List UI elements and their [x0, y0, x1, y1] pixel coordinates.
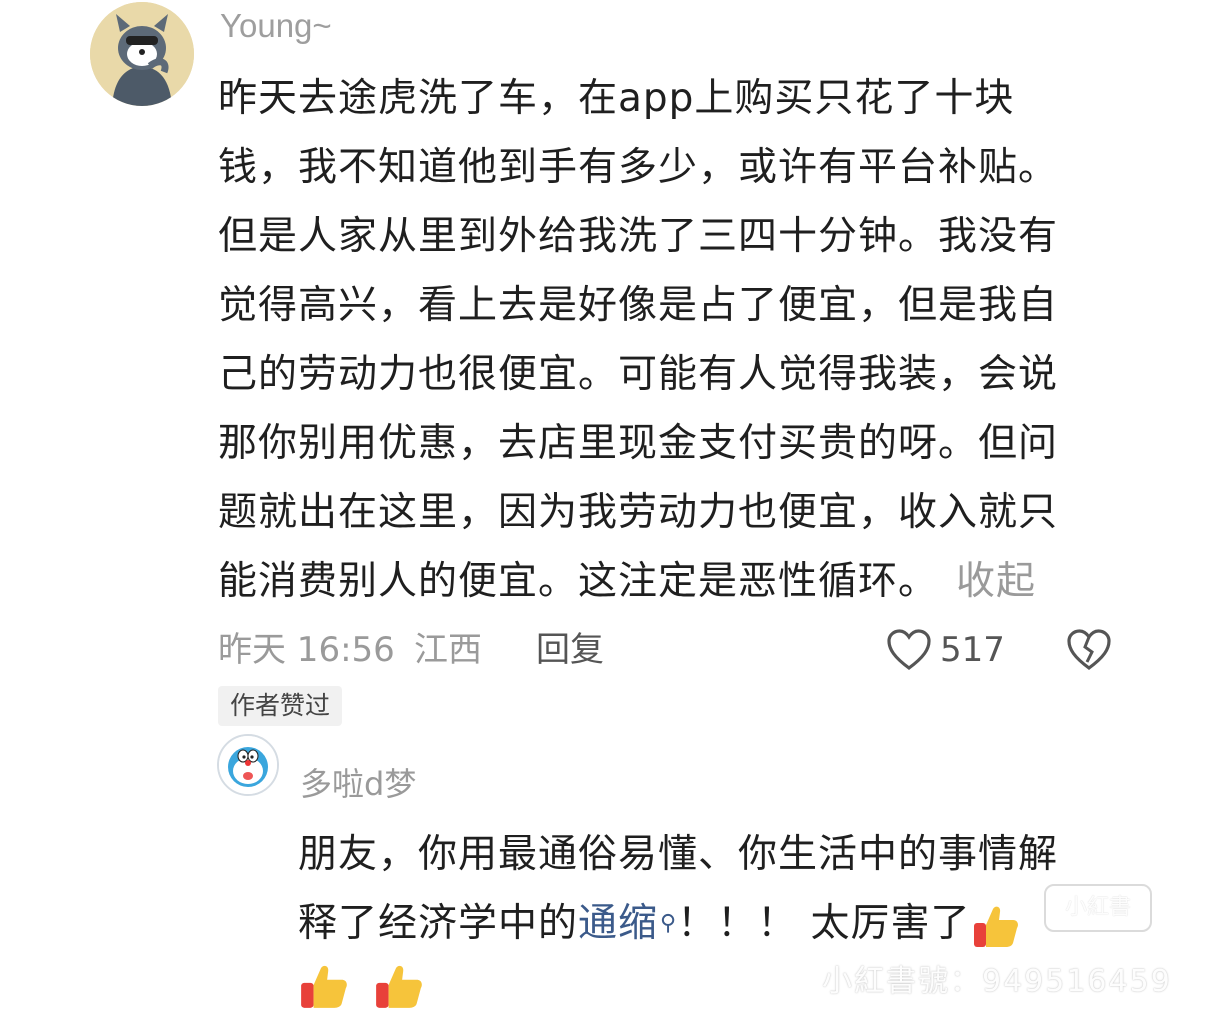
comment-line-text: 能消费别人的便宜。这注定是恶性循环。 [218, 559, 939, 604]
username[interactable]: Young~ [220, 4, 332, 48]
comment-line: 那你别用优惠，去店里现金支付买贵的呀。但问 [218, 421, 1059, 466]
broken-heart-icon[interactable] [1066, 628, 1112, 672]
thumbs-up-icon [973, 906, 1018, 947]
comment-text: 昨天去途虎洗了车，在app上购买只花了十块 钱，我不知道他到手有多少，或许有平台… [218, 64, 1128, 616]
heart-icon[interactable] [886, 628, 932, 672]
comment-line: 题就出在这里，因为我劳动力也便宜，收入就只 [218, 490, 1059, 535]
reply-line: 朋友，你用最通俗易懂、你生活中的事情解 [298, 832, 1059, 877]
comment-line: 觉得高兴，看上去是好像是占了便宜，但是我自 [218, 283, 1059, 328]
like-count: 517 [940, 630, 1005, 670]
username[interactable]: 多啦d梦 [300, 762, 416, 806]
avatar[interactable] [217, 734, 279, 796]
topic-link[interactable]: 通缩 [578, 901, 658, 946]
reply-line: 释了经济学中的通缩⚲！！！ 太厉害了 [298, 889, 1118, 958]
cartoon-cat-avatar-icon [90, 2, 194, 106]
thumbs-up-icon [376, 965, 422, 1008]
doraemon-avatar-icon [219, 736, 277, 794]
comment-line-last: 能消费别人的便宜。这注定是恶性循环。 收起 [218, 547, 1128, 616]
search-icon[interactable]: ⚲ [660, 911, 677, 936]
reply-line-text: ！！！ 太厉害了 [677, 901, 971, 946]
comment-line: 钱，我不知道他到手有多少，或许有平台补贴。 [218, 145, 1059, 190]
emoji-row [298, 958, 443, 1028]
collapse-button[interactable]: 收起 [956, 559, 1036, 604]
watermark-text: 小紅書號：949516459 [822, 964, 1172, 999]
comment-line: 但是人家从里到外给我洗了三四十分钟。我没有 [218, 214, 1059, 259]
avatar[interactable] [90, 2, 194, 106]
reply-line-text: 释了经济学中的 [298, 901, 579, 946]
watermark-logo: 小紅書 [1044, 884, 1152, 932]
comment-location: 江西 [414, 630, 482, 670]
comment-line: 己的劳动力也很便宜。可能有人觉得我装，会说 [218, 352, 1059, 397]
reply-text: 朋友，你用最通俗易懂、你生活中的事情解 释了经济学中的通缩⚲！！！ 太厉害了 [298, 820, 1118, 958]
comment-time: 昨天 16:56 [218, 630, 395, 670]
reply-button[interactable]: 回复 [536, 624, 604, 676]
comment-meta-row: 昨天 16:56 江西 回复 517 [218, 624, 1118, 676]
author-liked-badge: 作者赞过 [218, 686, 343, 726]
thumbs-up-icon [301, 965, 347, 1008]
comment-line: 昨天去途虎洗了车，在app上购买只花了十块 [218, 76, 1015, 121]
